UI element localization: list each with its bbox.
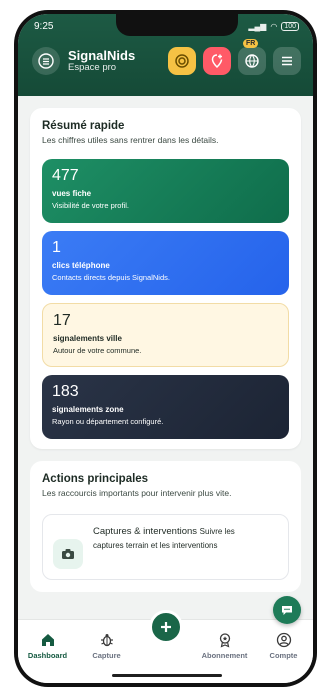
- language-button[interactable]: FR: [238, 39, 266, 75]
- stat-value: 17: [53, 312, 71, 329]
- header-actions: FR: [168, 39, 301, 75]
- language-badge: FR: [243, 39, 259, 48]
- stat-description: Contacts directs depuis SignalNids.: [52, 273, 170, 282]
- stat-label: signalements ville: [53, 334, 122, 343]
- captures-interventions-card[interactable]: Captures & interventions Suivre les capt…: [42, 514, 289, 580]
- hamburger-icon: [282, 56, 292, 66]
- stat-description: Autour de votre commune.: [53, 346, 142, 355]
- user-circle-icon: [276, 632, 291, 648]
- actions-subtitle: Les raccourcis importants pour interveni…: [42, 488, 232, 498]
- capture-card-text: Captures & interventions Suivre les capt…: [93, 525, 235, 553]
- nav-label: Compte: [269, 651, 298, 660]
- app-screen: 9:25 ▂▄▆ ◠ 100 SignalNids Espace pro FR …: [18, 14, 313, 683]
- globe-icon: [245, 54, 259, 68]
- brand-subtitle: Espace pro: [68, 61, 117, 73]
- capture-card-desc-inline: Suivre les: [199, 527, 235, 536]
- nav-label: Dashboard: [27, 651, 68, 660]
- award-icon: [219, 633, 230, 648]
- stat-description: Rayon ou département configuré.: [52, 417, 164, 426]
- plus-icon: [160, 622, 171, 632]
- add-location-icon: [211, 54, 223, 69]
- nav-dashboard[interactable]: Dashboard: [18, 620, 77, 683]
- target-button[interactable]: [168, 47, 196, 75]
- phone-frame: 9:25 ▂▄▆ ◠ 100 SignalNids Espace pro FR …: [14, 10, 317, 687]
- battery-icon: 100: [281, 21, 299, 31]
- bottom-navigation: Dashboard Capture Abonnement Compte: [18, 610, 313, 683]
- wifi-icon: ◠: [270, 21, 278, 31]
- nav-account[interactable]: Compte: [254, 620, 313, 683]
- capture-card-desc: captures terrain et les interventions: [93, 540, 218, 550]
- summary-subtitle: Les chiffres utiles sans rentrer dans le…: [42, 135, 219, 145]
- status-time: 9:25: [34, 20, 54, 32]
- logo-menu-button[interactable]: [32, 47, 60, 75]
- camera-icon: [53, 539, 83, 569]
- chat-button[interactable]: [273, 596, 301, 624]
- stat-card-views[interactable]: 477 vues fiche Visibilité de votre profi…: [42, 159, 289, 223]
- actions-section: Actions principales Les raccourcis impor…: [30, 461, 301, 592]
- stat-label: vues fiche: [52, 189, 92, 198]
- add-location-button[interactable]: [203, 47, 231, 75]
- stat-card-zone-reports[interactable]: 183 signalements zone Rayon ou départeme…: [42, 375, 289, 439]
- summary-section: Résumé rapide Les chiffres utiles sans r…: [30, 108, 301, 449]
- status-icons: ▂▄▆ ◠ 100: [248, 21, 299, 31]
- signal-icon: ▂▄▆: [248, 21, 267, 31]
- nav-label: Capture: [92, 651, 121, 660]
- nav-label: Abonnement: [201, 651, 248, 660]
- brand-row: SignalNids Espace pro FR: [32, 39, 301, 78]
- main-content[interactable]: Résumé rapide Les chiffres utiles sans r…: [18, 104, 313, 619]
- camera-notch: [116, 14, 238, 36]
- stat-label: signalements zone: [52, 405, 124, 414]
- stat-label: clics téléphone: [52, 261, 110, 270]
- stat-card-phone-clicks[interactable]: 1 clics téléphone Contacts directs depui…: [42, 231, 289, 295]
- stat-value: 183: [52, 383, 79, 400]
- chat-icon: [282, 606, 292, 615]
- add-button[interactable]: [148, 610, 183, 644]
- brand-title: SignalNids: [68, 47, 136, 63]
- bug-icon: [100, 634, 113, 647]
- summary-title: Résumé rapide: [42, 120, 125, 132]
- target-icon: [175, 54, 189, 68]
- stat-value: 477: [52, 167, 79, 184]
- stat-description: Visibilité de votre profil.: [52, 201, 129, 210]
- brand-text: SignalNids Espace pro: [68, 47, 136, 74]
- hamburger-menu-button[interactable]: [273, 47, 301, 75]
- list-circle-icon: [38, 53, 54, 69]
- actions-title: Actions principales: [42, 473, 149, 485]
- capture-card-title: Captures & interventions: [93, 526, 198, 537]
- home-icon: [41, 634, 54, 646]
- home-indicator: [112, 674, 222, 677]
- stat-value: 1: [52, 239, 61, 256]
- stat-card-city-reports[interactable]: 17 signalements ville Autour de votre co…: [42, 303, 289, 367]
